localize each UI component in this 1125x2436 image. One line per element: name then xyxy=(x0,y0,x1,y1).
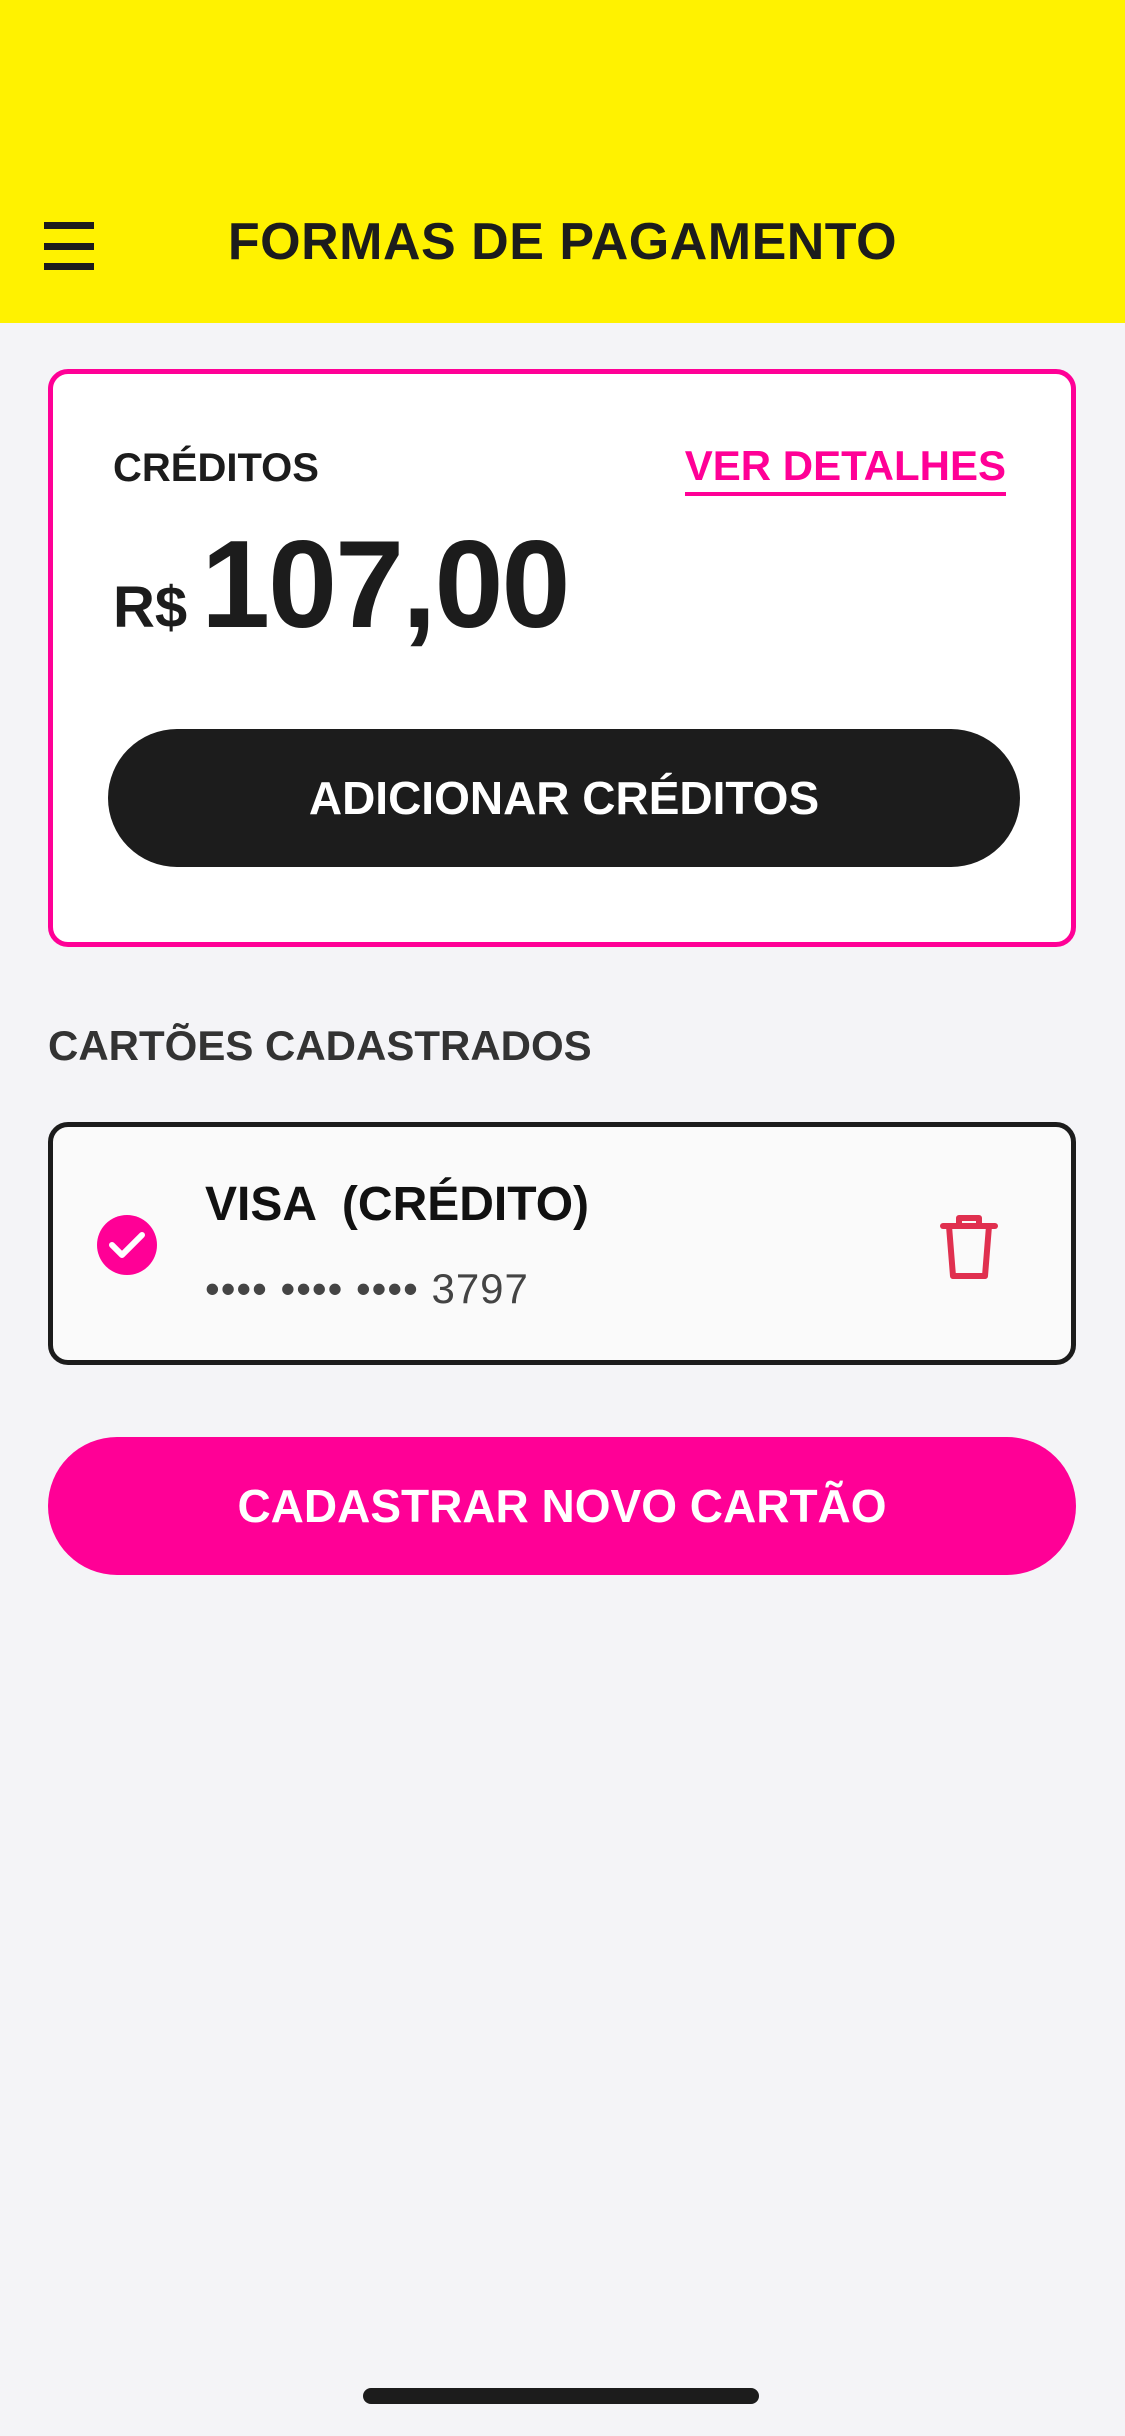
page-title: FORMAS DE PAGAMENTO xyxy=(227,213,898,271)
currency-symbol: R$ xyxy=(113,575,188,640)
add-new-card-button[interactable]: CADASTRAR NOVO CARTÃO xyxy=(48,1437,1076,1575)
registered-cards-title: CARTÕES CADASTRADOS xyxy=(48,1022,592,1069)
credits-balance: R$ 107,00 xyxy=(113,514,570,656)
trash-icon[interactable] xyxy=(937,1212,1001,1282)
credits-card: CRÉDITOS VER DETALHES R$ 107,00 ADICIONA… xyxy=(48,369,1076,947)
check-circle-icon[interactable] xyxy=(97,1215,157,1275)
app-header: FORMAS DE PAGAMENTO xyxy=(0,0,1125,323)
credits-label: CRÉDITOS xyxy=(113,446,319,490)
credits-amount: 107,00 xyxy=(201,516,570,654)
card-brand-label: VISA (CRÉDITO) xyxy=(205,1178,590,1231)
home-indicator[interactable] xyxy=(363,2388,759,2404)
view-details-link[interactable]: VER DETALHES xyxy=(684,442,1006,496)
card-number-masked: •••• •••• •••• 3797 xyxy=(205,1265,529,1312)
add-credits-button[interactable]: ADICIONAR CRÉDITOS xyxy=(108,729,1020,867)
card-list-item[interactable]: VISA (CRÉDITO) •••• •••• •••• 3797 xyxy=(48,1122,1076,1365)
